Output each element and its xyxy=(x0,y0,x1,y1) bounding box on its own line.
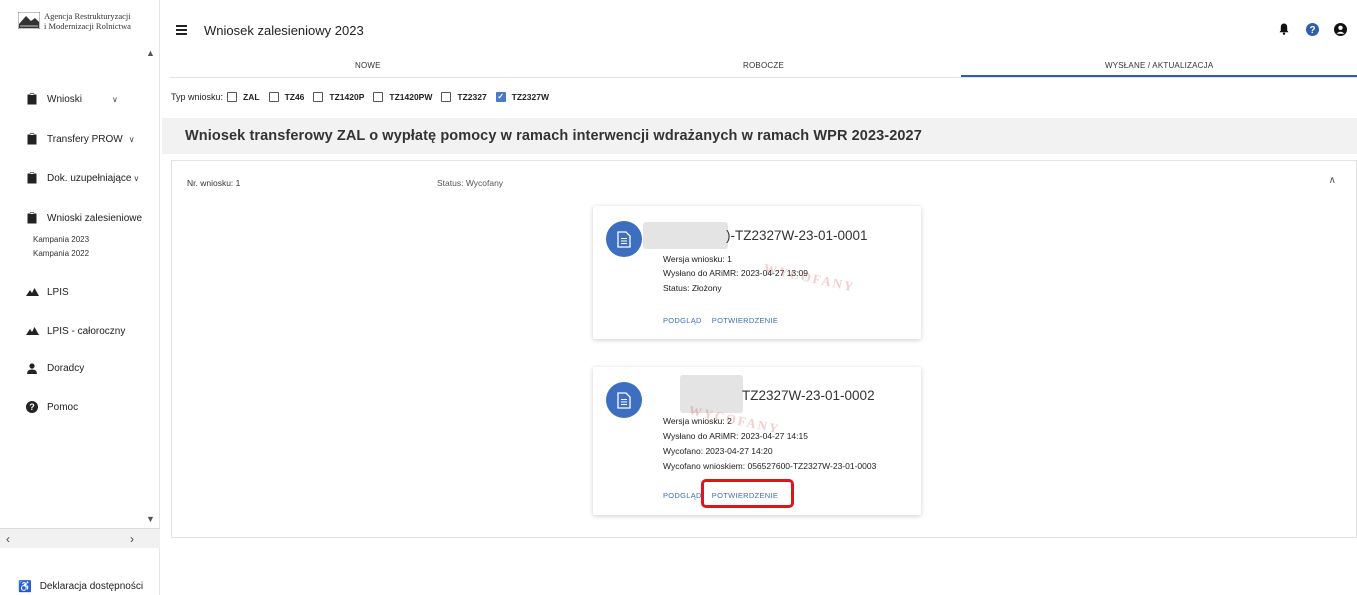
bell-icon[interactable] xyxy=(1277,22,1291,36)
confirmation-button[interactable]: POTWIERDZENIE xyxy=(712,316,778,325)
scroll-right-icon[interactable]: › xyxy=(130,532,134,546)
sidebar-item-label: Pomoc xyxy=(47,401,79,413)
logo-line2: i Modernizacji Rolnictwa xyxy=(44,20,131,31)
checkbox-checked[interactable]: ✓ xyxy=(495,92,506,102)
sidebar: Agencja Restrukturyzacji i Modernizacji … xyxy=(0,0,160,595)
sidebar-scroll-down-icon[interactable]: ▼ xyxy=(146,514,155,524)
filter-option-label: ZAL xyxy=(243,92,260,102)
checkbox[interactable] xyxy=(227,92,238,102)
filter-option-label: TZ46 xyxy=(284,92,305,102)
account-icon[interactable] xyxy=(1333,22,1347,36)
app-root: Agencja Restrukturyzacji i Modernizacji … xyxy=(0,0,1357,595)
chevron-down-icon: ∨ xyxy=(128,134,135,144)
filter-tz2327[interactable]: TZ2327 xyxy=(441,92,487,102)
sidebar-item-doradcy[interactable]: Doradcy xyxy=(25,361,84,375)
sidebar-item-dok-uzupelniajace[interactable]: Dok. uzupełniające ∨ xyxy=(25,171,139,185)
application-card-1: )-TZ2327W-23-01-0001 Wersja wniosku: 1 W… xyxy=(593,206,921,339)
sidebar-subitem-kampania-2023[interactable]: Kampania 2023 xyxy=(33,235,89,244)
filter-tz2327w[interactable]: ✓ TZ2327W xyxy=(495,92,549,102)
red-highlight-box xyxy=(701,479,794,508)
sidebar-item-label: Wnioski zalesieniowe xyxy=(47,212,143,224)
arimr-logo[interactable]: Agencja Restrukturyzacji i Modernizacji … xyxy=(18,11,143,44)
card-withdrawn-by: Wycofano wnioskiem: 056527600-TZ2327W-23… xyxy=(663,461,877,471)
sidebar-subitem-kampania-2022[interactable]: Kampania 2022 xyxy=(33,249,89,258)
person-icon xyxy=(25,361,39,375)
arimr-logo-icon xyxy=(18,12,40,29)
card-version: Wersja wniosku: 1 xyxy=(663,254,732,264)
clipboard-icon xyxy=(25,132,39,146)
help-icon[interactable]: ? xyxy=(1305,22,1319,36)
sidebar-horizontal-scrollbar[interactable]: ‹ › xyxy=(0,528,160,548)
preview-button[interactable]: PODGLĄD xyxy=(663,491,702,500)
sidebar-scroll-up-icon[interactable]: ▲ xyxy=(146,48,155,58)
mountain-icon xyxy=(25,324,39,338)
sidebar-item-label: Transfery PROW xyxy=(47,133,123,145)
filter-option-label: TZ2327W xyxy=(511,92,549,102)
clipboard-icon xyxy=(25,171,39,185)
top-bar: Wniosek zalesieniowy 2023 ? xyxy=(160,0,1357,52)
withdrawn-stamp: WYCOFANY xyxy=(762,260,857,295)
sidebar-item-label: Doradcy xyxy=(47,362,85,374)
svg-text:?: ? xyxy=(29,402,35,412)
filter-option-label: TZ1420P xyxy=(329,92,365,102)
sidebar-item-pomoc[interactable]: ? Pomoc xyxy=(25,400,78,414)
top-icons: ? xyxy=(1277,22,1347,36)
application-status: Status: Wycofany xyxy=(437,178,504,188)
checkbox[interactable] xyxy=(373,92,384,102)
filter-tz1420pw[interactable]: TZ1420PW xyxy=(373,92,432,102)
sidebar-item-transfery-prow[interactable]: Transfery PROW ∨ xyxy=(25,132,135,146)
sidebar-item-label: Wnioski xyxy=(47,93,83,105)
svg-text:?: ? xyxy=(1309,25,1315,36)
tab-robocze[interactable]: ROBOCZE xyxy=(566,56,962,77)
card-number: TZ2327W-23-01-0002 xyxy=(742,388,875,403)
card-withdrawn-date: Wycofano: 2023-04-27 14:20 xyxy=(663,446,773,456)
section-title: Wniosek transferowy ZAL o wypłatę pomocy… xyxy=(185,128,922,144)
filter-tz46[interactable]: TZ46 xyxy=(268,92,305,102)
checkbox[interactable] xyxy=(441,92,452,102)
sidebar-item-lpis-caloroczny[interactable]: LPIS - całoroczny xyxy=(25,324,125,338)
checkbox[interactable] xyxy=(313,92,324,102)
sidebar-bottom-label: Deklaracja dostępności xyxy=(39,581,144,592)
sidebar-item-wnioski-zalesieniowe[interactable]: Wnioski zalesieniowe xyxy=(25,211,142,225)
sidebar-item-label: Dok. uzupełniające xyxy=(47,172,132,184)
filter-option-label: TZ1420PW xyxy=(389,92,433,102)
document-icon xyxy=(606,382,642,418)
tab-wyslane-aktualizacja[interactable]: WYSŁANE / AKTUALIZACJA xyxy=(961,56,1357,77)
card-sent: Wysłano do ARiMR: 2023-04-27 14:15 xyxy=(663,431,808,441)
filter-zal[interactable]: ZAL xyxy=(227,92,260,102)
filter-tz1420p[interactable]: TZ1420P xyxy=(313,92,364,102)
clipboard-icon xyxy=(25,211,39,225)
tabs: NOWE ROBOCZE WYSŁANE / AKTUALIZACJA xyxy=(170,56,1357,78)
checkbox[interactable] xyxy=(268,92,279,102)
preview-button[interactable]: PODGLĄD xyxy=(663,316,702,325)
clipboard-icon xyxy=(25,92,39,106)
filter-label: Typ wniosku: xyxy=(171,92,224,102)
sidebar-item-wnioski[interactable]: Wnioski ∨ xyxy=(25,92,118,106)
tab-nowe[interactable]: NOWE xyxy=(170,56,566,77)
sidebar-item-deklaracja-dostepnosci[interactable]: ♿ Deklaracja dostępności xyxy=(18,580,143,593)
chevron-down-icon: ∨ xyxy=(133,173,140,183)
chevron-up-icon[interactable]: ∧ xyxy=(1329,175,1336,186)
menu-hamburger-icon[interactable] xyxy=(176,25,187,35)
sidebar-item-lpis[interactable]: LPIS xyxy=(25,285,69,299)
redacted-block xyxy=(643,222,728,249)
type-filter: Typ wniosku: ZAL TZ46 TZ1420P TZ1420PW T… xyxy=(171,92,558,102)
mountain-icon xyxy=(25,285,39,299)
card-actions: PODGLĄD POTWIERDZENIE xyxy=(663,316,778,325)
filter-option-label: TZ2327 xyxy=(457,92,487,102)
chevron-down-icon: ∨ xyxy=(112,94,118,104)
accessibility-icon: ♿ xyxy=(18,581,32,593)
section-header: Wniosek transferowy ZAL o wypłatę pomocy… xyxy=(162,118,1357,154)
document-icon xyxy=(606,221,642,257)
sidebar-item-label: LPIS - całoroczny xyxy=(47,325,126,337)
application-number: Nr. wniosku: 1 xyxy=(187,178,241,188)
card-status: Status: Złożony xyxy=(663,283,722,293)
help-icon: ? xyxy=(25,400,39,414)
app-title: Wniosek zalesieniowy 2023 xyxy=(204,23,364,38)
scroll-left-icon[interactable]: ‹ xyxy=(6,532,10,546)
card-number: )-TZ2327W-23-01-0001 xyxy=(726,228,868,243)
sidebar-item-label: LPIS xyxy=(47,286,69,298)
